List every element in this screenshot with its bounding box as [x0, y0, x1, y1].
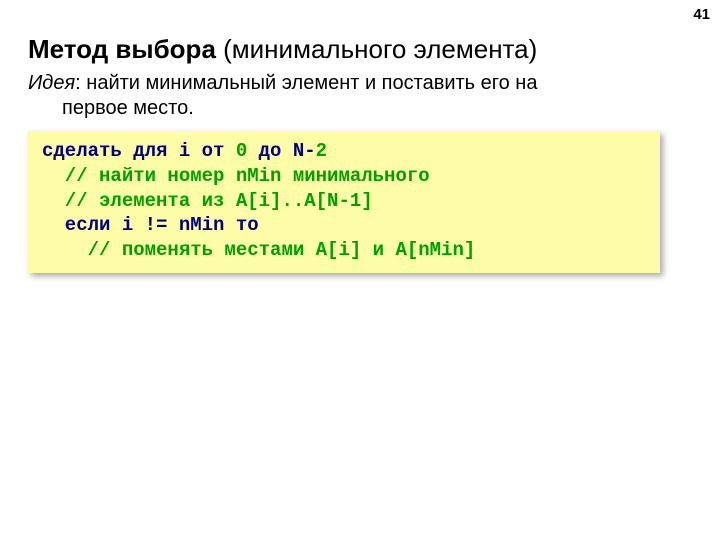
code-block: сделать для i от 0 до N-2 // найти номер…: [28, 131, 660, 272]
page-number: 41: [693, 6, 710, 23]
idea-paragraph: Идея: найти минимальный элемент и постав…: [28, 71, 692, 121]
code-line-1b: до: [247, 140, 293, 162]
idea-text-line1: : найти минимальный элемент и поставить …: [75, 72, 537, 94]
title-bold: Метод выбора: [28, 34, 216, 64]
code-line-3: // элемента из A[i]..A[N-1]: [42, 190, 395, 212]
idea-label: Идея: [28, 72, 75, 94]
code-line-2: // найти номер nMin минимального: [42, 165, 441, 187]
code-line-4: если i != nMin то: [42, 214, 270, 236]
code-N: N: [293, 140, 304, 162]
code-zero: 0: [236, 140, 247, 162]
code-dash: -: [304, 140, 315, 162]
code-two: 2: [316, 140, 327, 162]
idea-text-line2: первое место.: [28, 96, 692, 121]
slide: 41 Метод выбора (минимального элемента) …: [0, 0, 720, 540]
slide-title: Метод выбора (минимального элемента): [28, 34, 692, 65]
code-line-5: // поменять местами A[i] и A[nMin]: [42, 239, 475, 261]
title-rest: (минимального элемента): [216, 34, 537, 64]
code-line-1a: сделать для i от: [42, 140, 236, 162]
